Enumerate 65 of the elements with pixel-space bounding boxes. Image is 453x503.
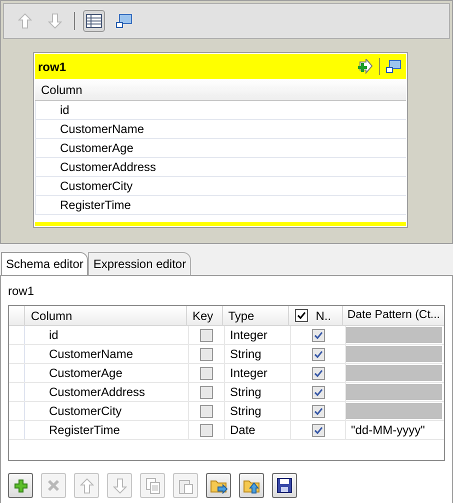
column-name: CustomerName [60,121,144,138]
table-cell: Integer [225,326,291,344]
checkbox[interactable] [312,348,324,360]
column-header[interactable]: Date Pattern (Ct... [343,306,444,325]
folder-arrow-icon [210,478,228,494]
folder-arrow-icon [242,478,260,494]
toolbar-button[interactable] [83,10,105,32]
clipboard-icon [178,478,192,494]
column-name: id [60,102,70,119]
cross-icon [47,479,60,492]
toolbar-button[interactable] [239,473,264,498]
table-icon [86,14,102,28]
tab[interactable]: Expression editor [88,252,192,275]
up-arrow-icon [80,478,94,494]
window-icon[interactable] [386,60,401,73]
checkbox[interactable] [200,424,213,436]
table-cell: String [225,345,291,363]
checkbox[interactable] [312,366,324,380]
down-arrow-icon [48,13,62,29]
check-icon [314,330,322,340]
up-arrow-icon [18,13,32,29]
toolbar-button[interactable] [272,473,297,498]
copy-icon [146,478,160,494]
table-cell: CustomerAddress [25,383,189,401]
plus-icon [14,478,28,492]
column-name: CustomerAddress [60,159,156,176]
checkbox[interactable] [200,366,213,380]
checkbox[interactable] [294,309,308,322]
schema-title: row1 [8,283,36,300]
column-name: CustomerAge [60,140,134,157]
table-cell: String [225,383,291,401]
table-cell: id [25,326,189,344]
table-cell: Date [225,421,291,439]
toolbar-button[interactable] [206,473,231,498]
check-icon [314,388,322,396]
table-cell: String [225,402,291,420]
checkbox[interactable] [200,386,213,398]
down-arrow-icon [112,478,126,494]
checkbox[interactable] [312,328,324,342]
column-header[interactable]: Key [187,306,224,325]
table-cell: CustomerName [25,345,189,363]
window-icon [116,14,132,28]
check-icon [314,426,322,434]
add-arrow-icon[interactable] [356,59,373,74]
column-name: CustomerCity [60,178,133,195]
table-cell: RegisterTime [25,421,189,439]
tab[interactable]: Schema editor [1,252,88,275]
column-header[interactable]: N.. [316,306,332,324]
check-icon [314,350,322,358]
check-icon [314,406,322,416]
checkbox[interactable] [312,386,324,398]
checkbox[interactable] [200,404,213,418]
column-header[interactable]: Type [223,306,289,325]
checkbox[interactable] [312,404,324,418]
checkbox[interactable] [200,348,213,360]
check-icon [314,368,322,378]
checkbox[interactable] [312,424,324,436]
table-cell: CustomerCity [25,402,189,420]
card-title: row1 [38,58,66,76]
table-cell: CustomerAge [25,364,189,382]
checkbox[interactable] [200,328,213,342]
column-name: RegisterTime [60,197,131,214]
table-cell: Integer [225,364,291,382]
check-icon [296,311,306,320]
column-header[interactable]: Column [24,306,188,325]
